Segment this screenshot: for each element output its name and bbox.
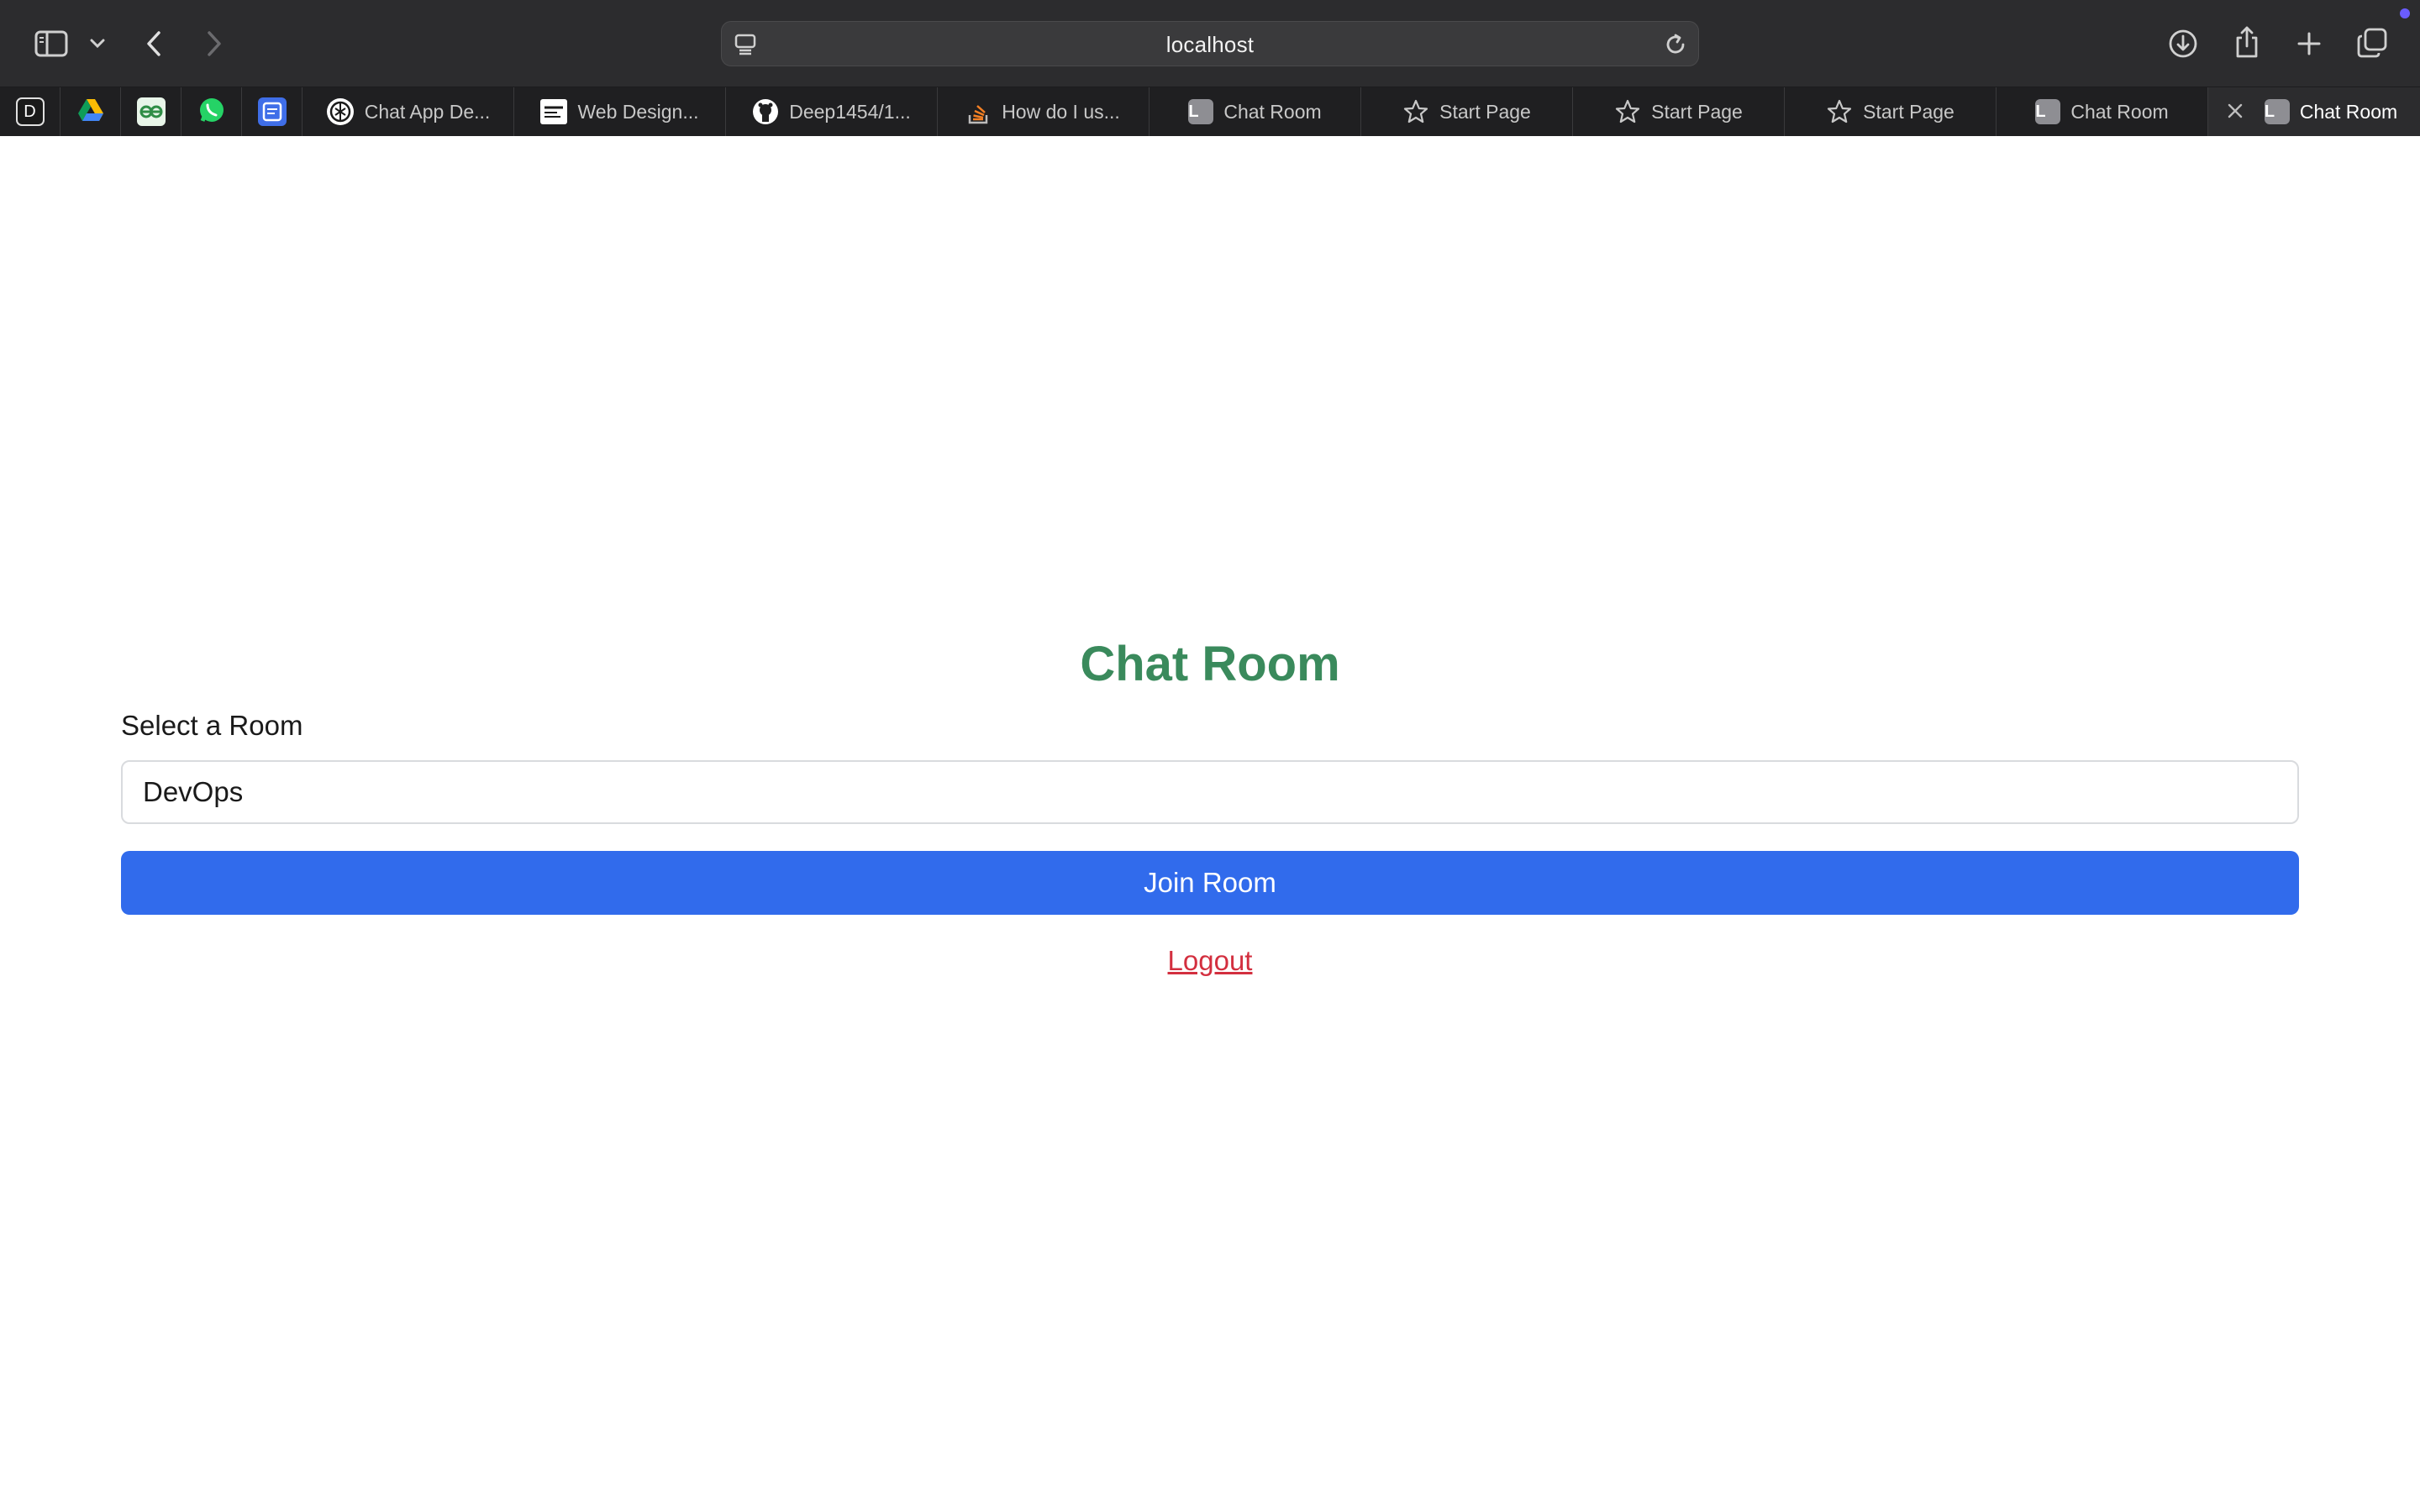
tab-github[interactable]: Deep1454/1... (726, 87, 938, 136)
pinned-tab-app[interactable] (242, 87, 302, 136)
url-text: localhost (1165, 32, 1255, 57)
tab-chat-room[interactable]: L Chat Room (1150, 87, 1361, 136)
web-design-icon (540, 99, 568, 124)
room-select-label: Select a Room (121, 710, 303, 741)
sidebar-toggle-icon[interactable] (32, 27, 71, 60)
pinned-tab-d[interactable]: D (0, 87, 60, 136)
tab-web-design[interactable]: Web Design... (514, 87, 726, 136)
tab-stackoverflow[interactable]: How do I us... (938, 87, 1150, 136)
close-icon[interactable] (2225, 101, 2245, 126)
page-content: Chat Room Select a Room DevOps Join Room… (0, 136, 2420, 1512)
github-icon (752, 98, 779, 125)
tab-chat-room-active[interactable]: L Chat Room (2208, 87, 2420, 136)
logout-link[interactable]: Logout (0, 945, 2420, 977)
new-tab-icon[interactable] (2292, 27, 2326, 60)
stackoverflow-icon (966, 98, 992, 125)
forward-icon[interactable] (202, 27, 227, 60)
tab-bar: D Chat App De... Web Design... Deep1454/… (0, 87, 2420, 136)
pinned-d-icon: D (15, 97, 45, 126)
pinned-tab-gfg[interactable] (121, 87, 182, 136)
tab-title: Start Page (1863, 100, 1954, 123)
whatsapp-icon (197, 96, 226, 129)
chevron-down-icon[interactable] (87, 34, 108, 54)
tab-start-page[interactable]: Start Page (1785, 87, 1996, 136)
tab-title: How do I us... (1002, 100, 1120, 123)
address-bar[interactable]: localhost (721, 21, 1699, 66)
letter-l-icon: L (1188, 99, 1214, 124)
tab-title: Deep1454/1... (789, 100, 911, 123)
tab-start-page[interactable]: Start Page (1361, 87, 1573, 136)
room-select[interactable]: DevOps (121, 760, 2299, 824)
downloads-icon[interactable] (2166, 27, 2200, 60)
page-title: Chat Room (1080, 637, 1340, 691)
pinned-tab-drive[interactable] (60, 87, 121, 136)
tab-chat-room[interactable]: L Chat Room (1996, 87, 2208, 136)
join-room-button[interactable]: Join Room (121, 851, 2299, 915)
star-icon (1826, 98, 1853, 125)
tab-title: Start Page (1651, 100, 1743, 123)
tab-title: Chat App De... (364, 100, 491, 123)
chatgpt-icon (326, 97, 355, 126)
star-icon (1614, 98, 1641, 125)
letter-l-icon: L (2264, 99, 2290, 124)
tab-title: Web Design... (577, 100, 699, 123)
pinned-app-icon (257, 97, 287, 126)
tab-title: Start Page (1439, 100, 1531, 123)
back-icon[interactable] (141, 27, 166, 60)
browser-toolbar: localhost (0, 0, 2420, 87)
reload-icon[interactable] (1663, 32, 1688, 61)
notification-dot (2400, 8, 2410, 18)
tab-title: Chat Room (2299, 100, 2398, 123)
tab-start-page[interactable]: Start Page (1573, 87, 1785, 136)
letter-l-icon: L (2035, 99, 2061, 124)
star-icon (1402, 98, 1429, 125)
pinned-tab-whatsapp[interactable] (182, 87, 242, 136)
google-drive-icon (77, 98, 104, 126)
share-icon[interactable] (2230, 24, 2264, 60)
geeksforgeeks-icon (136, 97, 166, 126)
tab-chat-app[interactable]: Chat App De... (302, 87, 514, 136)
tab-overview-icon[interactable] (2354, 25, 2390, 60)
tab-title: Chat Room (2070, 100, 2169, 123)
tab-title: Chat Room (1223, 100, 1322, 123)
